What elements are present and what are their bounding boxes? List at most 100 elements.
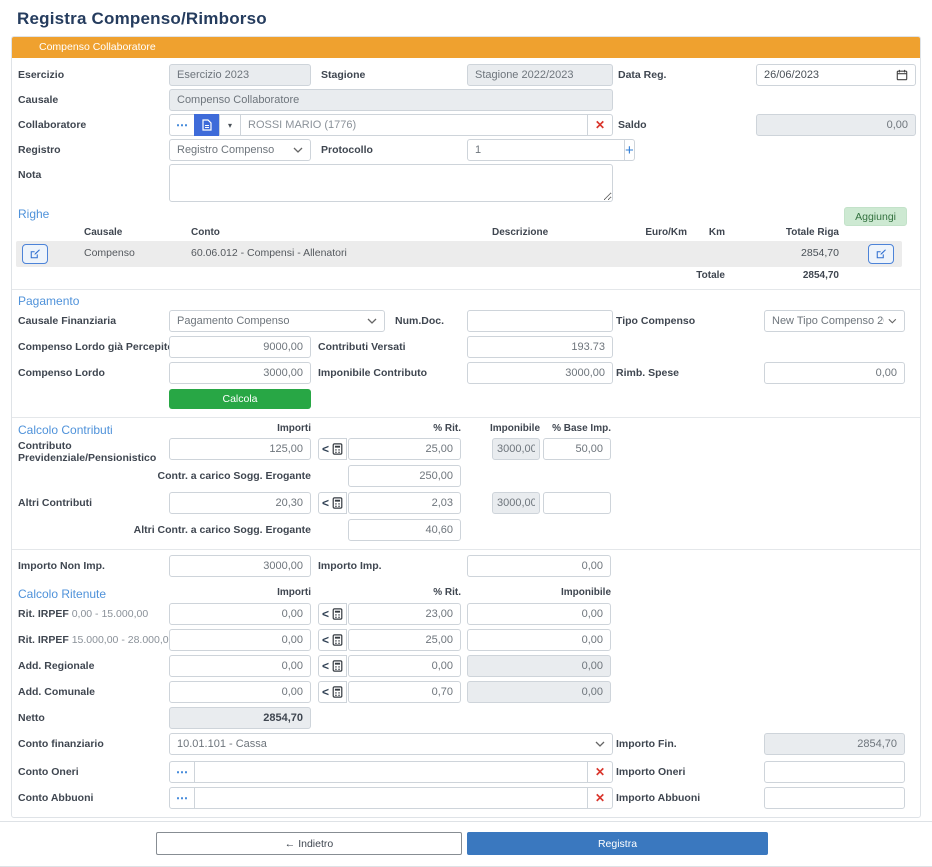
rit-range: 15.000,00 - 28.000,00 xyxy=(72,634,175,646)
previdenziale-importo-field[interactable] xyxy=(169,438,311,460)
conto-oneri-label: Conto Oneri xyxy=(18,766,79,778)
importo-abbuoni-field[interactable] xyxy=(764,787,905,809)
importo-imp-field[interactable] xyxy=(467,555,611,577)
compenso-lordo-field[interactable] xyxy=(169,362,311,384)
ritenute-heading: Calcolo Ritenute xyxy=(18,587,106,601)
col-descrizione: Descrizione xyxy=(492,227,548,238)
collaboratore-card-button[interactable] xyxy=(194,114,220,136)
importo-fin-field xyxy=(764,733,905,755)
col-totale-riga: Totale Riga xyxy=(709,227,839,238)
rit-irpef-1-calc-addon[interactable]: < xyxy=(318,603,347,625)
conto-oneri-field[interactable] xyxy=(194,761,588,783)
registro-select[interactable]: Registro Compenso xyxy=(169,139,311,161)
protocollo-add-button[interactable]: + xyxy=(624,139,635,161)
netto-field xyxy=(169,707,311,729)
aggiungi-button[interactable]: Aggiungi xyxy=(844,207,907,226)
clear-x-icon: ✕ xyxy=(595,119,605,131)
edit-row-button[interactable] xyxy=(22,244,48,264)
collaboratore-more-button[interactable]: ⋯ xyxy=(169,114,195,136)
calcola-button[interactable]: Calcola xyxy=(169,389,311,409)
conto-abbuoni-more-button[interactable]: ⋯ xyxy=(169,787,195,809)
conto-oneri-more-button[interactable]: ⋯ xyxy=(169,761,195,783)
header-rit: % Rit. xyxy=(348,587,461,598)
edit-row-button-right[interactable] xyxy=(868,244,894,264)
calendar-icon[interactable] xyxy=(896,69,908,81)
calculator-icon[interactable] xyxy=(332,497,343,509)
importo-oneri-field[interactable] xyxy=(764,761,905,783)
add-comunale-rit[interactable] xyxy=(348,681,461,703)
pagamento-heading-row: Pagamento xyxy=(12,294,920,306)
previdenziale-calc-addon[interactable]: < xyxy=(318,438,347,460)
less-than-icon: < xyxy=(322,497,329,509)
conto-oneri-picker: ⋯ ✕ xyxy=(169,761,613,783)
calculator-icon[interactable] xyxy=(332,634,343,646)
nota-textarea[interactable] xyxy=(169,164,613,202)
table-row: Compenso 60.06.012 - Compensi - Allenato… xyxy=(12,241,920,267)
row-add-comunale: Add. Comunale < xyxy=(12,681,920,703)
rit-irpef-2-imponibile[interactable] xyxy=(467,629,611,651)
rit-irpef-2-calc-addon[interactable]: < xyxy=(318,629,347,651)
importo-imp-label: Importo Imp. xyxy=(318,560,382,572)
row-rit-irpef-1: Rit. IRPEF 0,00 - 15.000,00 < xyxy=(12,603,920,625)
indietro-button[interactable]: ← Indietro xyxy=(156,832,462,855)
protocollo-group: + xyxy=(467,139,613,161)
data-reg-input[interactable]: 26/06/2023 xyxy=(756,64,916,86)
collaboratore-field[interactable] xyxy=(240,114,588,136)
chevron-down-icon xyxy=(293,147,303,153)
rit-irpef-2-rit[interactable] xyxy=(348,629,461,651)
add-regionale-importo[interactable] xyxy=(169,655,311,677)
altri-calc-addon[interactable]: < xyxy=(318,492,347,514)
contributi-versati-label: Contributi Versati xyxy=(318,341,406,353)
importo-fin-label: Importo Fin. xyxy=(616,738,677,750)
previdenziale-base-field[interactable] xyxy=(543,438,611,460)
previdenziale-rit-field[interactable] xyxy=(348,438,461,460)
conto-abbuoni-clear-button[interactable]: ✕ xyxy=(587,787,613,809)
conto-finanziario-value: 10.01.101 - Cassa xyxy=(177,738,267,750)
rit-irpef-2-importo[interactable] xyxy=(169,629,311,651)
contributi-heading: Calcolo Contributi xyxy=(18,423,113,437)
imponibile-contributo-field[interactable] xyxy=(467,362,613,384)
row-add-regionale: Add. Regionale < xyxy=(12,655,920,677)
calculator-icon[interactable] xyxy=(332,443,343,455)
importo-non-imp-field[interactable] xyxy=(169,555,311,577)
protocollo-field[interactable] xyxy=(467,139,625,161)
altri-contr-carico-field[interactable] xyxy=(348,519,461,541)
footer-bar: ← Indietro Registra xyxy=(0,821,932,867)
lordo-percepito-label: Compenso Lordo già Percepito xyxy=(18,341,174,353)
registra-button[interactable]: Registra xyxy=(467,832,768,855)
contributi-versati-field[interactable] xyxy=(467,336,613,358)
ritenute-header-row: Calcolo Ritenute Importi % Rit. Imponibi… xyxy=(12,587,920,599)
causale-finanziaria-select[interactable]: Pagamento Compenso xyxy=(169,310,385,332)
row-causale: Compenso xyxy=(84,247,135,259)
less-than-icon: < xyxy=(322,608,329,620)
add-comunale-importo[interactable] xyxy=(169,681,311,703)
rit-irpef-2-label: Rit. IRPEF 15.000,00 - 28.000,00 xyxy=(18,634,174,646)
row-collaboratore: Collaboratore ⋯ ▾ ✕ Saldo xyxy=(12,114,920,136)
row-esercizio: Esercizio Stagione Data Reg. 26/06/2023 xyxy=(12,64,920,86)
num-doc-field[interactable] xyxy=(467,310,613,332)
calculator-icon[interactable] xyxy=(332,686,343,698)
conto-abbuoni-field[interactable] xyxy=(194,787,588,809)
rit-irpef-1-imponibile[interactable] xyxy=(467,603,611,625)
calculator-icon[interactable] xyxy=(332,608,343,620)
lordo-percepito-field[interactable] xyxy=(169,336,311,358)
conto-oneri-clear-button[interactable]: ✕ xyxy=(587,761,613,783)
calculator-icon[interactable] xyxy=(332,660,343,672)
add-comunale-calc-addon[interactable]: < xyxy=(318,681,347,703)
collaboratore-clear-button[interactable]: ✕ xyxy=(587,114,613,136)
conto-finanziario-select[interactable]: 10.01.101 - Cassa xyxy=(169,733,613,755)
altri-importo-field[interactable] xyxy=(169,492,311,514)
altri-base-field[interactable] xyxy=(543,492,611,514)
collaboratore-dropdown-button[interactable]: ▾ xyxy=(219,114,241,136)
add-regionale-calc-addon[interactable]: < xyxy=(318,655,347,677)
altri-rit-field[interactable] xyxy=(348,492,461,514)
rimb-spese-field[interactable] xyxy=(764,362,905,384)
stagione-label: Stagione xyxy=(321,69,365,81)
add-regionale-rit[interactable] xyxy=(348,655,461,677)
causale-field xyxy=(169,89,613,111)
rit-irpef-1-rit[interactable] xyxy=(348,603,461,625)
rit-irpef-1-importo[interactable] xyxy=(169,603,311,625)
tipo-compenso-select[interactable]: New Tipo Compenso 2023 xyxy=(764,310,905,332)
contr-carico-field[interactable] xyxy=(348,465,461,487)
indietro-label: Indietro xyxy=(298,838,333,850)
